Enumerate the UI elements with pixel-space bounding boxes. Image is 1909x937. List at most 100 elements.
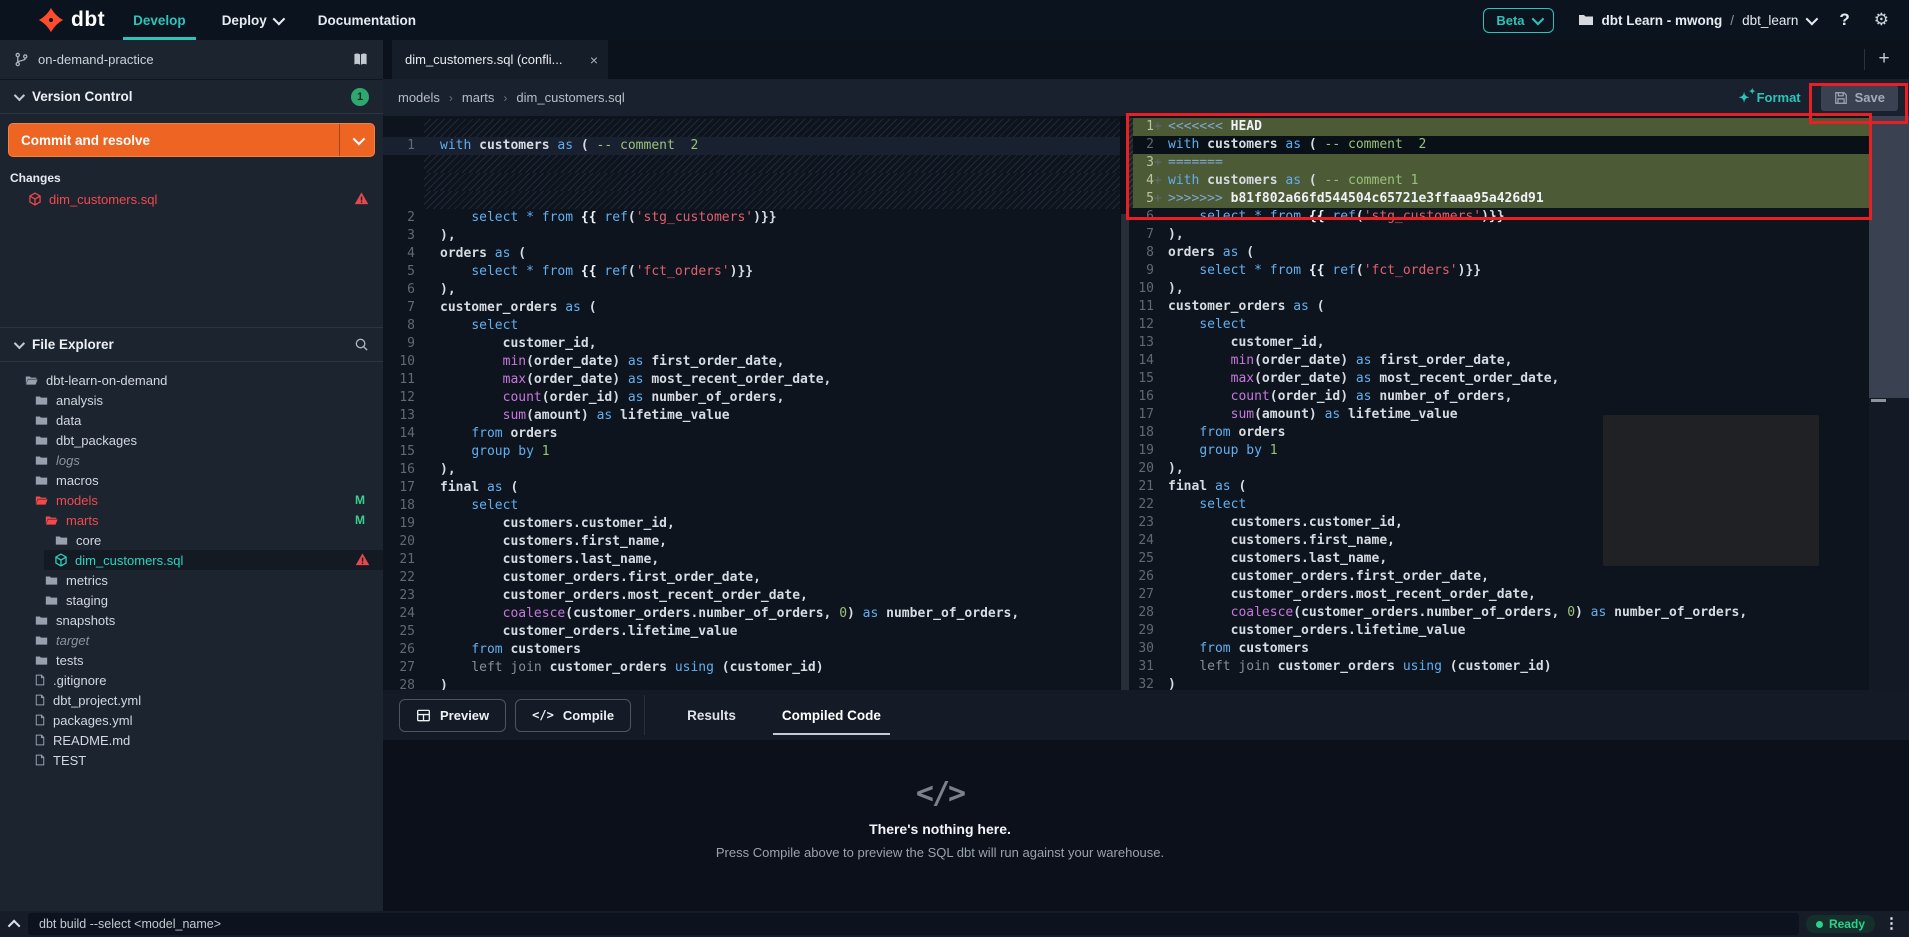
dbt-logo[interactable]: dbt: [38, 7, 105, 33]
code-line[interactable]: 19 customers.customer_id,: [383, 515, 1120, 533]
code-line[interactable]: 21 customers.last_name,: [383, 551, 1120, 569]
code-line[interactable]: 5 select * from {{ ref('fct_orders')}}: [383, 263, 1120, 281]
code-line[interactable]: 3),: [383, 227, 1120, 245]
code-line[interactable]: 31 left join customer_orders using (cust…: [1127, 658, 1909, 676]
breadcrumb-item[interactable]: marts: [462, 90, 495, 105]
tree-item-dim-customers-sql[interactable]: dim_customers.sql: [0, 550, 383, 570]
code-line[interactable]: 1with customers as ( -- comment 2: [383, 137, 1120, 155]
code-line[interactable]: 1+<<<<<<< HEAD: [1127, 118, 1909, 136]
code-line[interactable]: 29 customer_orders.lifetime_value: [1127, 622, 1909, 640]
docs-book-icon[interactable]: [352, 52, 369, 67]
breadcrumb-item[interactable]: models: [398, 90, 440, 105]
code-line[interactable]: 16),: [383, 461, 1120, 479]
nav-item-develop[interactable]: Develop: [133, 0, 186, 40]
code-line[interactable]: 32 ): [1127, 676, 1909, 690]
tree-item-target[interactable]: target: [0, 630, 383, 650]
panel-tab-results[interactable]: Results: [683, 690, 740, 740]
save-button[interactable]: Save: [1821, 85, 1898, 111]
code-line[interactable]: 17final as (: [383, 479, 1120, 497]
tree-item-dbt-packages[interactable]: dbt_packages: [0, 430, 383, 450]
code-line[interactable]: 8 select: [383, 317, 1120, 335]
new-tab-button[interactable]: +: [1873, 48, 1895, 70]
format-button[interactable]: ✦✦ Format: [1739, 90, 1801, 106]
settings-gear-icon[interactable]: ⚙: [1874, 10, 1889, 30]
tree-item-packages-yml[interactable]: packages.yml: [0, 710, 383, 730]
breadcrumb-item[interactable]: dim_customers.sql: [516, 90, 624, 105]
code-line[interactable]: 10 ),: [1127, 280, 1909, 298]
tree-item-dbt-project-yml[interactable]: dbt_project.yml: [0, 690, 383, 710]
tree-item-readme-md[interactable]: README.md: [0, 730, 383, 750]
file-tab-dim-customers[interactable]: dim_customers.sql (confli... ×: [392, 40, 608, 79]
code-line[interactable]: 11 max(order_date) as most_recent_order_…: [383, 371, 1120, 389]
code-line[interactable]: 15 max(order_date) as most_recent_order_…: [1127, 370, 1909, 388]
code-line[interactable]: 26 customer_orders.first_order_date,: [1127, 568, 1909, 586]
code-line[interactable]: 13 sum(amount) as lifetime_value: [383, 407, 1120, 425]
tree-item-models[interactable]: modelsM: [0, 490, 383, 510]
code-line[interactable]: 6),: [383, 281, 1120, 299]
code-line[interactable]: 9 customer_id,: [383, 335, 1120, 353]
code-line[interactable]: 22 customer_orders.first_order_date,: [383, 569, 1120, 587]
search-icon[interactable]: [354, 337, 369, 352]
close-tab-icon[interactable]: ×: [590, 52, 598, 68]
commit-and-resolve-button[interactable]: Commit and resolve: [8, 123, 375, 157]
code-line[interactable]: 4+with customers as ( -- comment 1: [1127, 172, 1909, 190]
code-line[interactable]: 13 customer_id,: [1127, 334, 1909, 352]
code-line[interactable]: 12 count(order_id) as number_of_orders,: [383, 389, 1120, 407]
tree-item--gitignore[interactable]: .gitignore: [0, 670, 383, 690]
command-input[interactable]: dbt build --select <model_name>: [28, 913, 1799, 935]
code-editor[interactable]: 1with customers as ( -- comment 22 selec…: [383, 116, 1909, 690]
nav-item-deploy[interactable]: Deploy: [222, 0, 282, 40]
changed-file-row[interactable]: dim_customers.sql: [0, 189, 383, 209]
code-line[interactable]: 2 with customers as ( -- comment 2: [1127, 136, 1909, 154]
code-line[interactable]: 27 customer_orders.most_recent_order_dat…: [1127, 586, 1909, 604]
code-line[interactable]: 20 customers.first_name,: [383, 533, 1120, 551]
code-line[interactable]: 8 orders as (: [1127, 244, 1909, 262]
code-line[interactable]: 15 group by 1: [383, 443, 1120, 461]
code-line[interactable]: 14 from orders: [383, 425, 1120, 443]
code-line[interactable]: 6 select * from {{ ref('stg_customers')}…: [1127, 208, 1909, 226]
code-line[interactable]: 3+=======: [1127, 154, 1909, 172]
tree-item-tests[interactable]: tests: [0, 650, 383, 670]
code-line[interactable]: 18 select: [383, 497, 1120, 515]
code-line[interactable]: 9 select * from {{ ref('fct_orders')}}: [1127, 262, 1909, 280]
minimap-slider[interactable]: [1869, 116, 1909, 398]
editor-pane-left[interactable]: 1with customers as ( -- comment 22 selec…: [383, 116, 1120, 690]
version-control-header[interactable]: Version Control 1: [0, 80, 383, 114]
tree-item-marts[interactable]: martsM: [0, 510, 383, 530]
code-line[interactable]: 28): [383, 677, 1120, 690]
code-line[interactable]: 26 from customers: [383, 641, 1120, 659]
code-line[interactable]: 27 left join customer_orders using (cust…: [383, 659, 1120, 677]
kebab-menu-icon[interactable]: ⋮: [1884, 914, 1899, 932]
code-line[interactable]: 30 from customers: [1127, 640, 1909, 658]
tree-item-dbt-learn-on-demand[interactable]: dbt-learn-on-demand: [0, 370, 383, 390]
chevron-up-icon[interactable]: [11, 916, 20, 934]
code-line[interactable]: 24 coalesce(customer_orders.number_of_or…: [383, 605, 1120, 623]
tree-item-logs[interactable]: logs: [0, 450, 383, 470]
right-pane-minimap[interactable]: [1869, 116, 1909, 690]
code-line[interactable]: 25 customer_orders.lifetime_value: [383, 623, 1120, 641]
code-line[interactable]: 4orders as (: [383, 245, 1120, 263]
tree-item-test[interactable]: TEST: [0, 750, 383, 770]
code-line[interactable]: 28 coalesce(customer_orders.number_of_or…: [1127, 604, 1909, 622]
nav-item-documentation[interactable]: Documentation: [318, 0, 416, 40]
preview-button[interactable]: Preview: [399, 699, 506, 732]
code-line[interactable]: 7customer_orders as (: [383, 299, 1120, 317]
code-line[interactable]: 12 select: [1127, 316, 1909, 334]
code-line[interactable]: 16 count(order_id) as number_of_orders,: [1127, 388, 1909, 406]
git-branch-row[interactable]: on-demand-practice: [0, 40, 383, 80]
tree-item-metrics[interactable]: metrics: [0, 570, 383, 590]
account-switcher[interactable]: dbt Learn - mwong / dbt_learn: [1578, 12, 1816, 28]
help-icon[interactable]: ?: [1839, 10, 1849, 30]
tree-item-analysis[interactable]: analysis: [0, 390, 383, 410]
editor-pane-right[interactable]: 1+<<<<<<< HEAD2 with customers as ( -- c…: [1127, 116, 1909, 690]
code-line[interactable]: 7 ),: [1127, 226, 1909, 244]
file-explorer-header[interactable]: File Explorer: [0, 327, 383, 362]
code-line[interactable]: 14 min(order_date) as first_order_date,: [1127, 352, 1909, 370]
code-line[interactable]: 5+>>>>>>> b81f802a66fd544504c65721e3ffaa…: [1127, 190, 1909, 208]
tree-item-core[interactable]: core: [0, 530, 383, 550]
code-line[interactable]: 11 customer_orders as (: [1127, 298, 1909, 316]
beta-dropdown[interactable]: Beta: [1483, 8, 1553, 33]
code-line[interactable]: 10 min(order_date) as first_order_date,: [383, 353, 1120, 371]
code-line[interactable]: 23 customer_orders.most_recent_order_dat…: [383, 587, 1120, 605]
tree-item-staging[interactable]: staging: [0, 590, 383, 610]
